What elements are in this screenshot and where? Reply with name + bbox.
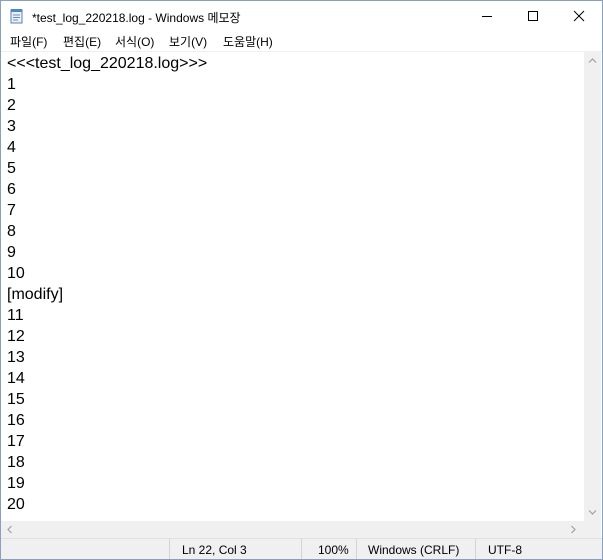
text-line: 9 bbox=[7, 244, 16, 261]
status-line-ending: Windows (CRLF) bbox=[356, 539, 475, 559]
scroll-up-icon[interactable] bbox=[588, 57, 597, 64]
text-line: 11 bbox=[7, 307, 24, 324]
window-title: *test_log_220218.log - Windows 메모장 bbox=[32, 11, 241, 25]
minimize-button[interactable] bbox=[464, 1, 510, 31]
text-line: 19 bbox=[7, 475, 25, 492]
maximize-icon bbox=[528, 11, 538, 21]
text-line: <<<test_log_220218.log>>> bbox=[7, 55, 208, 72]
text-editor[interactable]: <<<test_log_220218.log>>> 1 2 3 4 5 6 7 … bbox=[1, 52, 584, 521]
text-line: 8 bbox=[7, 223, 16, 240]
menu-edit[interactable]: 편집(E) bbox=[62, 33, 102, 50]
text-line: 7 bbox=[7, 202, 16, 219]
menu-view[interactable]: 보기(V) bbox=[168, 33, 208, 50]
text-line: 20 bbox=[7, 496, 25, 513]
notepad-window: *test_log_220218.log - Windows 메모장 파일(F)… bbox=[0, 0, 603, 560]
text-line: 13 bbox=[7, 349, 25, 366]
menu-file[interactable]: 파일(F) bbox=[9, 33, 48, 50]
line-ending-text: Windows (CRLF) bbox=[368, 543, 460, 557]
horizontal-scrollbar[interactable] bbox=[1, 521, 584, 538]
status-encoding: UTF-8 bbox=[475, 539, 602, 559]
scroll-down-icon[interactable] bbox=[588, 509, 597, 516]
menu-help[interactable]: 도움말(H) bbox=[222, 33, 274, 50]
text-line: 2 bbox=[7, 97, 16, 114]
menu-format[interactable]: 서식(O) bbox=[114, 33, 155, 50]
minimize-icon bbox=[482, 16, 492, 17]
text-line: 4 bbox=[7, 139, 16, 156]
scroll-right-icon[interactable] bbox=[570, 525, 577, 534]
title-bar[interactable]: *test_log_220218.log - Windows 메모장 bbox=[1, 1, 602, 31]
text-line: 17 bbox=[7, 433, 25, 450]
status-zoom: 100% bbox=[301, 539, 356, 559]
text-line: 15 bbox=[7, 391, 25, 408]
notepad-icon[interactable] bbox=[9, 8, 25, 24]
text-line: 12 bbox=[7, 328, 25, 345]
encoding-text: UTF-8 bbox=[488, 543, 522, 557]
close-icon bbox=[573, 10, 585, 22]
text-line: 18 bbox=[7, 454, 25, 471]
scroll-left-icon[interactable] bbox=[6, 525, 13, 534]
text-line: 10 bbox=[7, 265, 25, 282]
vertical-scrollbar[interactable] bbox=[584, 52, 601, 521]
cursor-position-text: Ln 22, Col 3 bbox=[182, 543, 247, 557]
menu-bar: 파일(F) 편집(E) 서식(O) 보기(V) 도움말(H) bbox=[1, 31, 602, 52]
text-line: 5 bbox=[7, 160, 16, 177]
maximize-button[interactable] bbox=[510, 1, 556, 31]
status-cursor-position: Ln 22, Col 3 bbox=[169, 539, 301, 559]
text-line: 3 bbox=[7, 118, 16, 135]
text-line: 1 bbox=[7, 76, 16, 93]
scrollbar-corner bbox=[584, 521, 601, 538]
text-line: 16 bbox=[7, 412, 25, 429]
text-line: [modify] bbox=[7, 286, 64, 303]
status-bar: Ln 22, Col 3 100% Windows (CRLF) UTF-8 bbox=[1, 538, 602, 559]
text-line: 6 bbox=[7, 181, 16, 198]
text-line: 14 bbox=[7, 370, 25, 387]
close-button[interactable] bbox=[556, 1, 602, 31]
zoom-level-text: 100% bbox=[318, 543, 349, 557]
